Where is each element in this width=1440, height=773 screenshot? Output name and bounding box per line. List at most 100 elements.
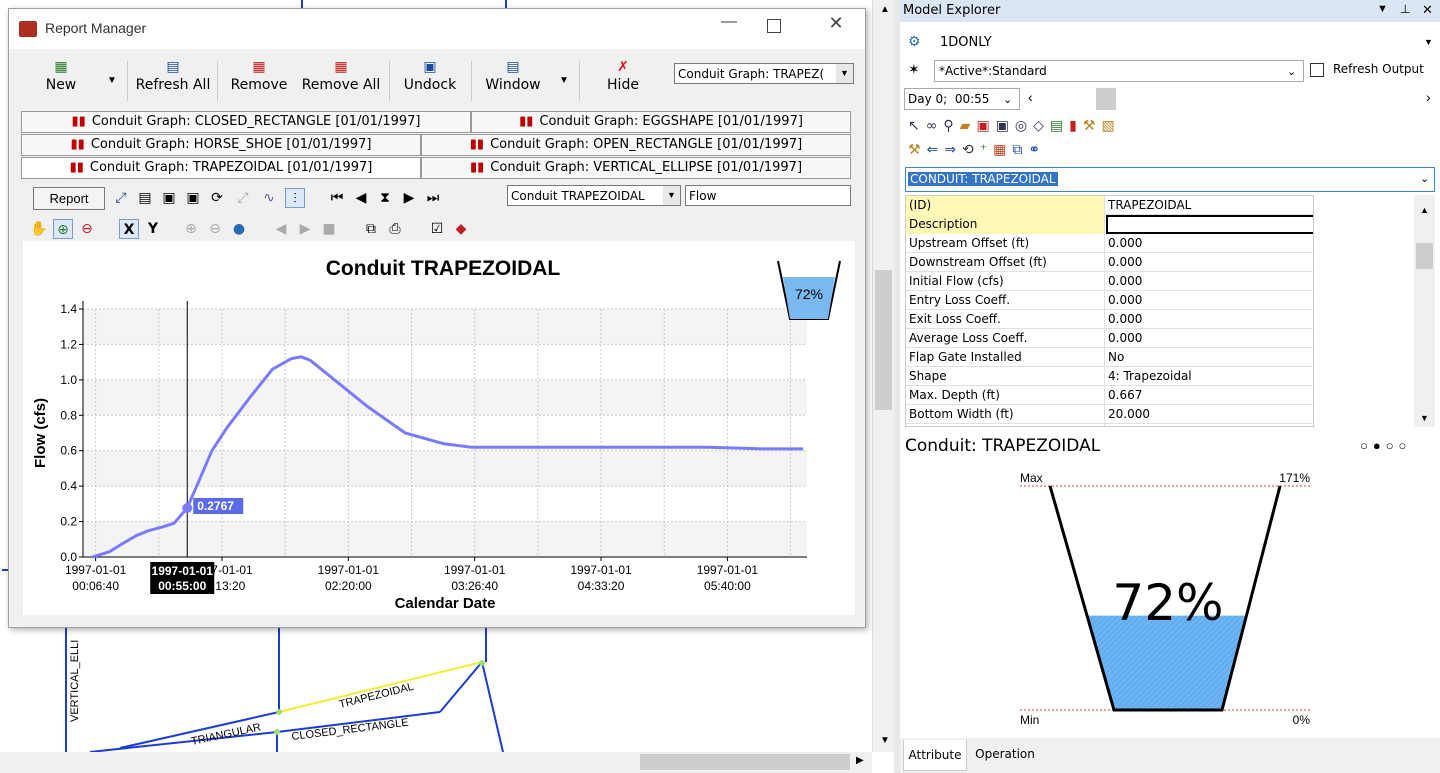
new-icon[interactable]: ▣ xyxy=(976,118,995,134)
copy-chart-icon[interactable]: ▤ xyxy=(135,188,155,208)
property-row[interactable]: Downstream Offset (ft) 0.000 xyxy=(906,253,1313,272)
property-row[interactable]: Upstream Offset (ft) 0.000 xyxy=(906,234,1313,253)
zoom-out-icon[interactable]: ⊖ xyxy=(77,219,97,239)
chart-type-icon[interactable]: ⤢ xyxy=(111,188,131,208)
refresh-icon[interactable]: ⟳ xyxy=(207,188,227,208)
scroll-down-icon[interactable]: ▼ xyxy=(1420,413,1429,423)
layers-icon[interactable]: ▧ xyxy=(1101,118,1120,134)
property-value[interactable]: 4: Trapezoidal xyxy=(1106,367,1313,386)
report-button[interactable]: Report xyxy=(33,187,105,210)
property-value[interactable]: 0.667 xyxy=(1106,386,1313,405)
wand-icon[interactable]: ⚒ xyxy=(908,142,927,158)
property-value[interactable]: 0.000 xyxy=(1106,272,1313,291)
report-select[interactable]: Conduit Graph: TRAPEZ( ▼ xyxy=(674,63,854,84)
next-step-icon[interactable]: ▶ xyxy=(399,188,419,208)
minimize-button[interactable]: — xyxy=(714,13,744,31)
scroll-thumb[interactable] xyxy=(875,270,892,410)
undock-button[interactable]: ▣ Undock xyxy=(395,57,465,93)
pin-icon[interactable]: ⊥ xyxy=(1400,2,1410,16)
prev-step-icon[interactable]: ◀ xyxy=(351,188,371,208)
refresh-all-button[interactable]: ▤ Refresh All xyxy=(133,57,213,93)
graph-toggle-icon[interactable]: ⫶ xyxy=(285,188,305,208)
scroll-thumb[interactable] xyxy=(640,754,850,770)
scroll-thumb[interactable] xyxy=(1416,243,1433,269)
properties-icon[interactable]: ☑ xyxy=(427,219,447,239)
explorer-toolbar-2[interactable]: ⚒⇐⇒⟲⁺▦⧉⚭ xyxy=(908,142,1288,164)
property-row[interactable]: Shape 4: Trapezoidal xyxy=(906,367,1313,386)
time-slider-thumb[interactable] xyxy=(1096,88,1116,110)
arrow-left-icon[interactable]: ⇐ xyxy=(927,142,945,158)
tab-eggshape[interactable]: ▮▮ Conduit Graph: EGGSHAPE [01/01/1997] xyxy=(471,111,851,133)
link-icon[interactable]: ∞ xyxy=(926,118,944,134)
x-axis-icon[interactable]: X xyxy=(119,219,139,239)
new-dropdown-icon[interactable]: ▼ xyxy=(107,75,117,86)
close-icon[interactable]: ✕ xyxy=(1422,2,1433,18)
property-row[interactable]: Description xyxy=(906,215,1313,234)
report-manager-titlebar[interactable]: Report Manager — ✕ xyxy=(9,9,865,49)
y-axis-icon[interactable]: Y xyxy=(143,219,163,239)
property-row[interactable]: Left Slope1.000 xyxy=(906,424,1313,426)
property-row[interactable]: Entry Loss Coeff. 0.000 xyxy=(906,291,1313,310)
line-chart-icon[interactable]: ∿ xyxy=(259,188,279,208)
close-button[interactable]: ✕ xyxy=(824,13,848,34)
property-value[interactable]: 0.000 xyxy=(1106,329,1313,348)
save-icon[interactable]: ▣ xyxy=(996,118,1015,134)
save-icon[interactable]: ▣ xyxy=(159,188,179,208)
page-indicator[interactable]: ○●○○ xyxy=(1360,438,1411,453)
maximize-button[interactable] xyxy=(767,19,781,33)
dropdown-icon[interactable]: ▼ xyxy=(1377,3,1388,15)
map-horizontal-scrollbar[interactable]: ▶ xyxy=(0,752,872,773)
pan-hand-icon[interactable]: ✋ xyxy=(29,219,49,239)
remove-all-button[interactable]: ▦ Remove All xyxy=(299,57,383,93)
tab-operation[interactable]: Operation xyxy=(970,740,1040,768)
property-value[interactable]: 1.000 xyxy=(1106,424,1313,426)
network-icon[interactable]: ⧉ xyxy=(1012,142,1028,158)
tools-icon[interactable]: ⚒ xyxy=(1083,118,1102,134)
time-prev-icon[interactable]: ‹ xyxy=(1028,89,1033,105)
scroll-up-icon[interactable]: ▲ xyxy=(880,4,890,15)
property-row[interactable]: Flap Gate Installed No xyxy=(906,348,1313,367)
model-select[interactable]: ⚙ 1DONLY ▼ xyxy=(900,30,1440,56)
report-icon[interactable]: ▤ xyxy=(1050,118,1069,134)
window-dropdown-icon[interactable]: ▼ xyxy=(559,75,569,86)
last-step-icon[interactable]: ⏭ xyxy=(423,188,443,208)
property-row[interactable]: Exit Loss Coeff. 0.000 xyxy=(906,310,1313,329)
time-select[interactable]: Day 0; 00:55 ⌄ xyxy=(904,88,1020,110)
map-vertical-scrollbar[interactable]: ▲ ▼ xyxy=(872,0,894,752)
property-value[interactable]: 0.000 xyxy=(1106,291,1313,310)
window-button[interactable]: ▤ Window xyxy=(479,57,547,93)
hide-button[interactable]: ✗ Hide xyxy=(593,57,653,93)
property-row[interactable]: Average Loss Coeff. 0.000 xyxy=(906,329,1313,348)
bar-chart-icon[interactable]: ▮ xyxy=(1069,118,1083,134)
flow-chart[interactable]: 0.0 0.2 0.4 0.6 0.8 1.0 1.2 1.4 1997-01-01 00:06:… xyxy=(23,241,855,615)
tab-closed-rectangle[interactable]: ▮▮ Conduit Graph: CLOSED_RECTANGLE [01/01… xyxy=(21,111,471,133)
book-icon[interactable]: ◆ xyxy=(451,219,471,239)
copy-icon[interactable]: ⧉ xyxy=(361,219,381,239)
arrow-right-icon[interactable]: ⇒ xyxy=(944,142,962,158)
time-next-icon[interactable]: › xyxy=(1426,89,1431,105)
property-row[interactable]: Max. Depth (ft) 0.667 xyxy=(906,386,1313,405)
tab-vertical-ellipse[interactable]: ▮▮ Conduit Graph: VERTICAL_ELLIPSE [01/01… xyxy=(421,157,851,179)
cylinder-icon[interactable]: ◎ xyxy=(1015,118,1033,134)
property-value[interactable]: No xyxy=(1106,348,1313,367)
property-value[interactable]: 0.000 xyxy=(1106,234,1313,253)
zoom-in-icon[interactable]: ⊕ xyxy=(53,219,73,239)
refresh-output-checkbox[interactable] xyxy=(1310,63,1324,77)
explorer-toolbar-1[interactable]: ↖∞⚲▰▣▣◎◇▤▮⚒▧ xyxy=(908,118,1288,140)
add-id-icon[interactable]: ⁺ xyxy=(980,142,993,158)
history-icon[interactable]: ⟲ xyxy=(962,142,980,158)
chart-panel[interactable]: 0.0 0.2 0.4 0.6 0.8 1.0 1.2 1.4 1997-01-01 00:06:… xyxy=(23,241,855,615)
element-select[interactable]: CONDUIT: TRAPEZOIDAL ⌄ xyxy=(905,167,1435,192)
open-folder-icon[interactable]: ▰ xyxy=(960,118,977,134)
property-value[interactable]: 0.000 xyxy=(1106,310,1313,329)
tab-open-rectangle[interactable]: ▮▮ Conduit Graph: OPEN_RECTANGLE [01/01/1… xyxy=(421,134,851,156)
select-pointer-icon[interactable]: ↖ xyxy=(908,118,926,134)
eraser-icon[interactable]: ◇ xyxy=(1033,118,1050,134)
tab-trapezoidal[interactable]: ▮▮ Conduit Graph: TRAPEZOIDAL [01/01/1997… xyxy=(21,157,421,179)
print-icon[interactable]: ⎙ xyxy=(385,219,405,239)
variable-select[interactable]: Flow xyxy=(685,185,851,206)
property-value[interactable]: 0.000 xyxy=(1106,253,1313,272)
scroll-up-icon[interactable]: ▲ xyxy=(1420,205,1429,215)
save-as-icon[interactable]: ▣ xyxy=(183,188,203,208)
tab-attribute[interactable]: Attribute xyxy=(903,740,967,771)
